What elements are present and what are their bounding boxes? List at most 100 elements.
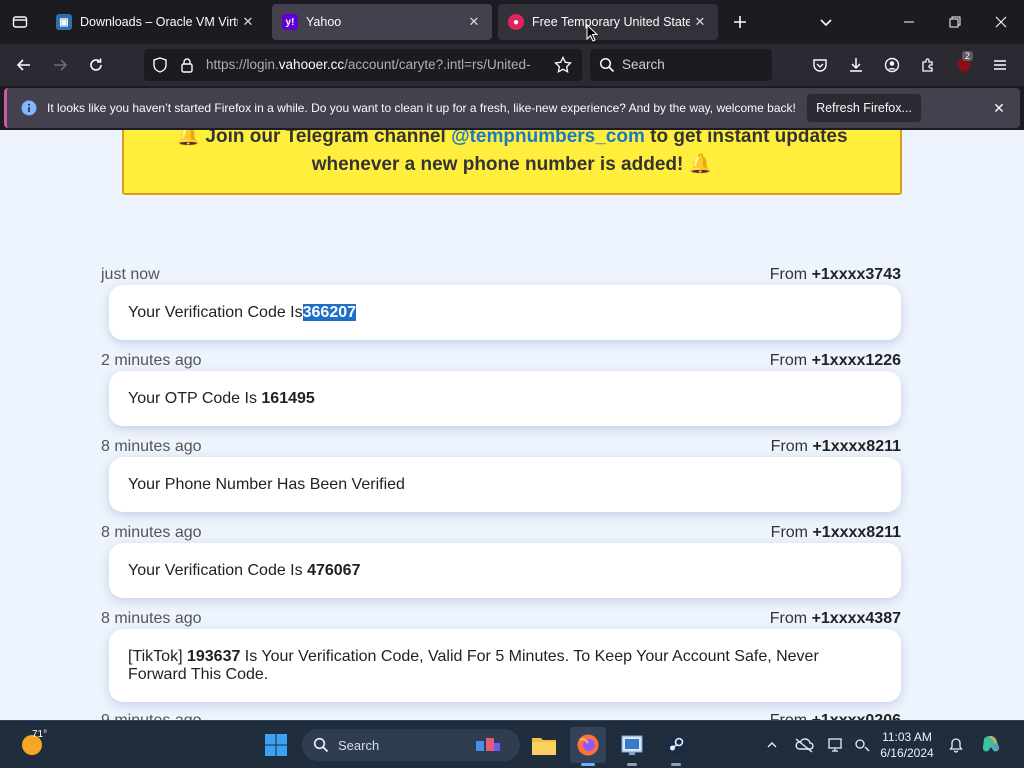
url-text[interactable]: https://login.vahooer.cc/account/caryte?… (206, 57, 546, 72)
message-time: 8 minutes ago (101, 524, 202, 541)
close-notification-icon[interactable]: ✕ (989, 98, 1009, 118)
message-sender: From +1xxxx8211 (770, 524, 901, 541)
forward-button[interactable] (44, 49, 76, 81)
banner-line-2: whenever a new phone number is added! 🔔 (311, 154, 713, 175)
chevron-up-icon[interactable] (760, 733, 784, 757)
navigation-toolbar: https://login.vahooer.cc/account/caryte?… (0, 44, 1024, 86)
message-bubble: Your Phone Number Has Been Verified (109, 457, 901, 512)
shield-icon[interactable] (152, 57, 168, 78)
firefox-icon[interactable] (570, 727, 606, 766)
tab-downloads[interactable]: ▣ Downloads – Oracle VM Virtual ✕ (46, 4, 266, 40)
search-icon (599, 57, 615, 78)
system-clock[interactable]: 11:03 AM 6/16/2024 (872, 729, 942, 761)
message-sender: From +1xxxx0206 (770, 712, 901, 720)
list-all-tabs-icon[interactable] (4, 6, 36, 38)
bookmark-star-icon[interactable] (554, 55, 572, 79)
chevron-down-icon[interactable] (810, 6, 842, 38)
message-time: 8 minutes ago (101, 438, 202, 455)
extensions-icon[interactable] (912, 49, 944, 81)
message-time: 9 minutes ago (101, 712, 202, 720)
close-window-button[interactable] (978, 0, 1024, 44)
weather-widget[interactable]: 71° (18, 729, 78, 759)
ublock-extension-icon[interactable]: 2 (948, 49, 980, 81)
page-content: 🔔 Join our Telegram channel @tempnumbers… (0, 130, 1024, 720)
notification-bell-icon[interactable] (944, 733, 968, 757)
message-text: Your Phone Number Has Been Verified (128, 476, 405, 493)
url-domain: vahooer.cc (278, 57, 345, 72)
lock-icon[interactable] (179, 57, 195, 78)
close-tab-icon[interactable]: ✕ (238, 12, 258, 32)
pocket-icon[interactable] (804, 49, 836, 81)
bell-emoji: 🔔 (688, 154, 713, 175)
start-icon[interactable] (258, 727, 294, 763)
search-icon (313, 737, 329, 758)
banner-line-1: 🔔 Join our Telegram channel @tempnumbers… (124, 130, 900, 148)
tab-title: Yahoo (306, 15, 342, 29)
virtualbox-icon[interactable] (614, 727, 650, 766)
minimize-button[interactable] (886, 0, 932, 44)
search-placeholder: Search (622, 57, 665, 72)
new-tab-icon[interactable] (724, 6, 756, 38)
message-text: Your Verification Code Is 476067 (128, 562, 361, 579)
message-time: just now (101, 266, 160, 283)
virtualbox-icon: ▣ (56, 14, 72, 30)
file-explorer-icon[interactable] (526, 727, 562, 763)
close-tab-icon[interactable]: ✕ (690, 12, 710, 32)
account-icon[interactable] (876, 49, 908, 81)
clock-time: 11:03 AM (882, 730, 932, 744)
active-app-indicator (581, 763, 595, 766)
telegram-link[interactable]: @tempnumbers_com (451, 130, 645, 147)
display-icon[interactable] (824, 733, 848, 757)
tempnumbers-icon: ● (508, 14, 524, 30)
reload-button[interactable] (80, 49, 112, 81)
message-sender: From +1xxxx1226 (769, 352, 901, 369)
tab-strip: ▣ Downloads – Oracle VM Virtual ✕ y! Yah… (0, 0, 1024, 44)
message-sender: From +1xxxx3743 (769, 266, 901, 283)
message-sender: From +1xxxx4387 (769, 610, 901, 627)
copilot-icon[interactable] (978, 733, 1006, 757)
back-button[interactable] (8, 49, 40, 81)
message-text: [TikTok] 193637 Is Your Verification Cod… (128, 648, 819, 683)
tab-title: Downloads – Oracle VM Virtual (80, 15, 238, 29)
search-bar[interactable]: Search (590, 49, 772, 81)
onedrive-offline-icon[interactable] (792, 733, 816, 757)
taskbar-search[interactable]: Search (302, 729, 520, 761)
search-highlight-icon (472, 735, 502, 755)
message-bubble: [TikTok] 193637 Is Your Verification Cod… (109, 629, 901, 702)
message-text: Your OTP Code Is 161495 (128, 390, 315, 407)
running-app-indicator (671, 763, 681, 766)
message-time: 2 minutes ago (101, 352, 202, 369)
bell-emoji: 🔔 (176, 130, 201, 147)
verification-code[interactable]: 193637 (187, 648, 240, 665)
message-bubble: Your OTP Code Is 161495 (109, 371, 901, 426)
hamburger-menu-icon[interactable] (984, 49, 1016, 81)
tab-yahoo[interactable]: y! Yahoo ✕ (272, 4, 492, 40)
verification-code[interactable]: 161495 (261, 390, 314, 407)
close-tab-icon[interactable]: ✕ (464, 12, 484, 32)
running-app-indicator (627, 763, 637, 766)
weather-temp: 71° (32, 729, 48, 740)
clock-date: 6/16/2024 (880, 746, 934, 760)
mouse-cursor-icon (586, 24, 598, 42)
tab-free-temporary[interactable]: ● Free Temporary United States I ✕ (498, 4, 718, 40)
network-icon[interactable] (850, 733, 874, 757)
downloads-icon[interactable] (840, 49, 872, 81)
verification-code[interactable]: 366207 (302, 304, 357, 321)
yahoo-icon: y! (282, 14, 298, 30)
tab-title: Free Temporary United States I (532, 15, 690, 29)
message-text: Your Verification Code Is366207 (128, 304, 357, 321)
message-bubble: Your Verification Code Is 476067 (109, 543, 901, 598)
url-bar[interactable]: https://login.vahooer.cc/account/caryte?… (144, 49, 582, 81)
message-time: 8 minutes ago (101, 610, 202, 627)
extension-badge: 2 (962, 51, 974, 61)
notification-message: It looks like you haven’t started Firefo… (47, 101, 796, 115)
verification-code[interactable]: 476067 (307, 562, 360, 579)
steam-icon[interactable] (658, 727, 694, 766)
taskbar-search-placeholder: Search (338, 738, 380, 753)
message-bubble: Your Verification Code Is366207 (109, 285, 901, 340)
info-icon (21, 100, 37, 121)
refresh-firefox-button[interactable]: Refresh Firefox... (807, 94, 921, 122)
message-sender: From +1xxxx8211 (770, 438, 901, 455)
windows-taskbar: 71° Search 11:03 AM 6/16/2024 (0, 720, 1024, 768)
restore-button[interactable] (932, 0, 978, 44)
